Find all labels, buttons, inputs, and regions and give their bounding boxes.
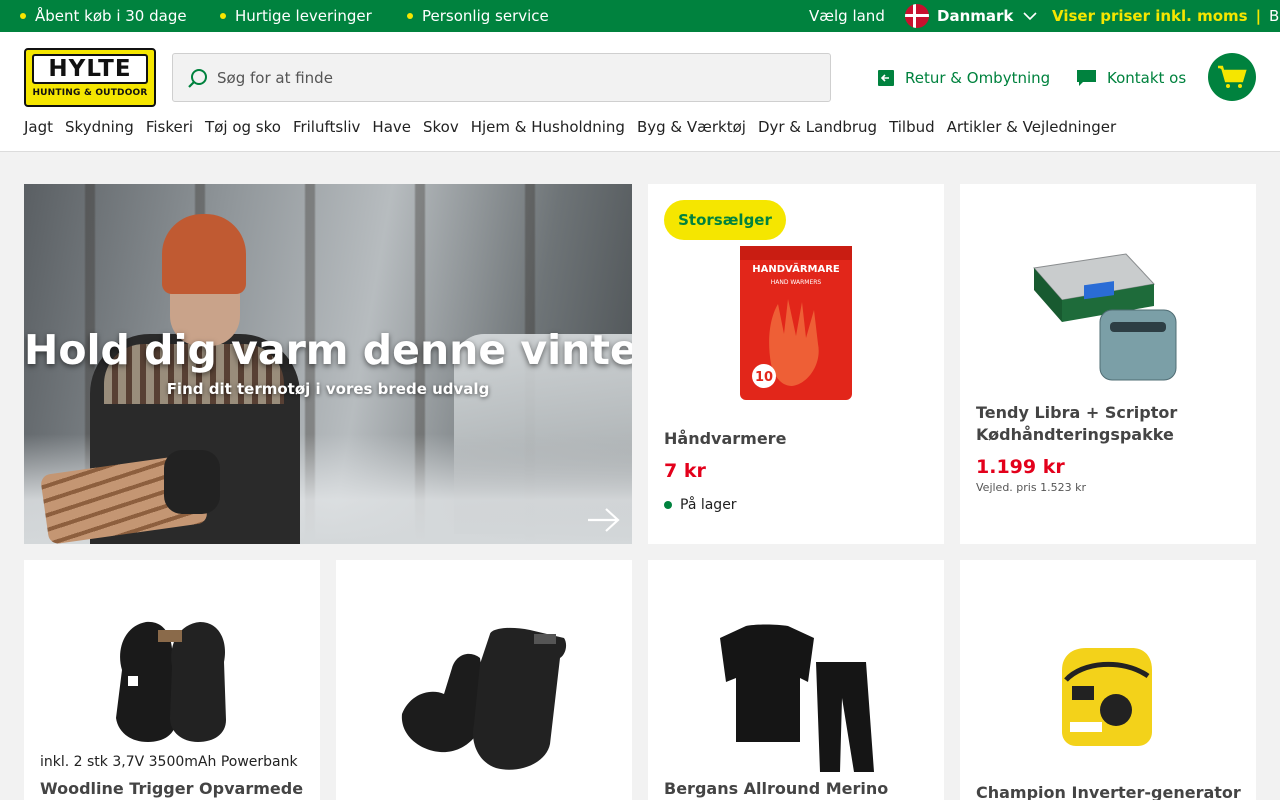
nav-item-tilbud[interactable]: Tilbud (889, 118, 935, 142)
merino-base-layer-product-image (720, 624, 874, 772)
product-name: Håndvarmere (664, 429, 787, 448)
usp-text: Personlig service (422, 7, 549, 25)
bullet-icon (407, 13, 413, 19)
product-card-champion-generator[interactable]: Champion Inverter-generator (960, 560, 1256, 800)
product-name: Tendy Libra + Scriptor Kødhåndteringspak… (976, 402, 1177, 446)
bullet-icon (20, 13, 26, 19)
product-name: Champion Inverter-generator (976, 783, 1241, 800)
product-card-bergans-merino[interactable]: Bergans Allround Merino (648, 560, 944, 800)
nav-item-toj-og-sko[interactable]: Tøj og sko (205, 118, 281, 142)
usp-text: Hurtige leveringer (235, 7, 372, 25)
usp-fast-delivery: Hurtige leveringer (220, 0, 372, 32)
product-price: 7 kr (664, 460, 706, 482)
country-label: Vælg land (809, 0, 885, 32)
cart-icon (1218, 65, 1247, 88)
return-exchange-link[interactable]: Retur & Ombytning (877, 66, 1050, 90)
nav-item-jagt[interactable]: Jagt (24, 118, 53, 142)
nav-item-friluftsliv[interactable]: Friluftsliv (293, 118, 360, 142)
main-navigation: Jagt Skydning Fiskeri Tøj og sko Friluft… (24, 118, 1128, 142)
usp-personal-service: Personlig service (407, 0, 549, 32)
nav-item-skov[interactable]: Skov (423, 118, 459, 142)
product-card-woodline-trigger[interactable]: inkl. 2 stk 3,7V 3500mAh Powerbank Woodl… (24, 560, 320, 800)
svg-text:HANDVÄRMARE: HANDVÄRMARE (752, 261, 840, 275)
arrow-right-icon[interactable] (586, 506, 622, 534)
man-with-firewood-image (39, 214, 300, 544)
scale-printer-product-image (1033, 253, 1177, 381)
search-bar[interactable] (172, 53, 831, 102)
hero-banner[interactable]: Hold dig varm denne vinter Find dit term… (24, 184, 632, 544)
chat-icon (1077, 70, 1096, 86)
cart-button[interactable] (1208, 53, 1256, 101)
product-name: Woodline Trigger Opvarmede (40, 779, 304, 798)
nav-item-hjem-husholdning[interactable]: Hjem & Husholdning (471, 118, 625, 142)
product-card-handvarmere[interactable]: HANDVÄRMARE HAND WARMERS 10 Storsælger H… (648, 184, 944, 544)
search-input[interactable] (217, 54, 817, 101)
heated-gloves-product-image (401, 627, 567, 770)
svg-text:10: 10 (755, 370, 773, 385)
return-link-text: Retur & Ombytning (905, 69, 1051, 87)
price-mode: Viser priser inkl. moms | Byt (1052, 0, 1280, 32)
top-bar: Åbent køb i 30 dage Hurtige leveringer P… (0, 0, 1280, 32)
nav-item-fiskeri[interactable]: Fiskeri (146, 118, 193, 142)
inverter-generator-product-image (1062, 648, 1152, 746)
choose-country-text: Vælg land (809, 7, 885, 25)
product-name: Bergans Allround Merino (664, 779, 889, 798)
nav-item-have[interactable]: Have (372, 118, 411, 142)
product-price: 1.199 kr (976, 456, 1065, 478)
switch-price-mode-link[interactable]: Byt (1269, 7, 1280, 25)
contact-link-text: Kontakt os (1107, 69, 1187, 87)
hero-title: Hold dig varm denne vinter (24, 326, 632, 374)
nav-item-byg-vaerktoj[interactable]: Byg & Værktøj (637, 118, 746, 142)
product-note: inkl. 2 stk 3,7V 3500mAh Powerbank (40, 754, 298, 770)
logo-wordmark: HYLTE (32, 54, 148, 84)
product-name-line-2: Kødhåndteringspakke (976, 425, 1174, 444)
product-card-tendy-libra[interactable]: Tendy Libra + Scriptor Kødhåndteringspak… (960, 184, 1256, 544)
country-selector[interactable]: Danmark (905, 0, 1037, 32)
bullet-icon (220, 13, 226, 19)
in-stock-icon (664, 501, 672, 509)
country-name: Danmark (937, 7, 1014, 25)
chevron-down-icon (1023, 12, 1037, 21)
search-icon[interactable] (187, 67, 209, 89)
nav-item-artikler[interactable]: Artikler & Vejledninger (947, 118, 1116, 142)
product-card-heated-gloves[interactable] (336, 560, 632, 800)
recommended-price: Vejled. pris 1.523 kr (976, 481, 1086, 494)
hand-warmer-product-image: HANDVÄRMARE HAND WARMERS 10 (740, 246, 852, 400)
hylte-logo[interactable]: HYLTE HUNTING & OUTDOOR (24, 48, 156, 107)
return-icon (878, 70, 894, 86)
header: HYLTE HUNTING & OUTDOOR Retur & Ombytnin… (0, 32, 1280, 152)
heated-mittens-product-image (116, 621, 226, 742)
nav-item-skydning[interactable]: Skydning (65, 118, 134, 142)
logo-tagline: HUNTING & OUTDOOR (32, 88, 148, 98)
hero-subtitle: Find dit termotøj i vores brede udvalg (166, 380, 490, 398)
price-mode-text: Viser priser inkl. moms (1052, 7, 1248, 25)
stock-text: På lager (680, 497, 737, 513)
svg-text:HAND WARMERS: HAND WARMERS (771, 279, 822, 286)
contact-link[interactable]: Kontakt os (1076, 66, 1186, 90)
stock-status: På lager (664, 497, 737, 513)
product-name-line-1: Tendy Libra + Scriptor (976, 403, 1178, 422)
usp-open-purchase: Åbent køb i 30 dage (20, 0, 187, 32)
denmark-flag-icon (905, 4, 929, 28)
bestseller-badge: Storsælger (664, 200, 786, 240)
usp-text: Åbent køb i 30 dage (35, 7, 187, 25)
nav-item-dyr-landbrug[interactable]: Dyr & Landbrug (758, 118, 877, 142)
separator: | (1255, 7, 1262, 25)
